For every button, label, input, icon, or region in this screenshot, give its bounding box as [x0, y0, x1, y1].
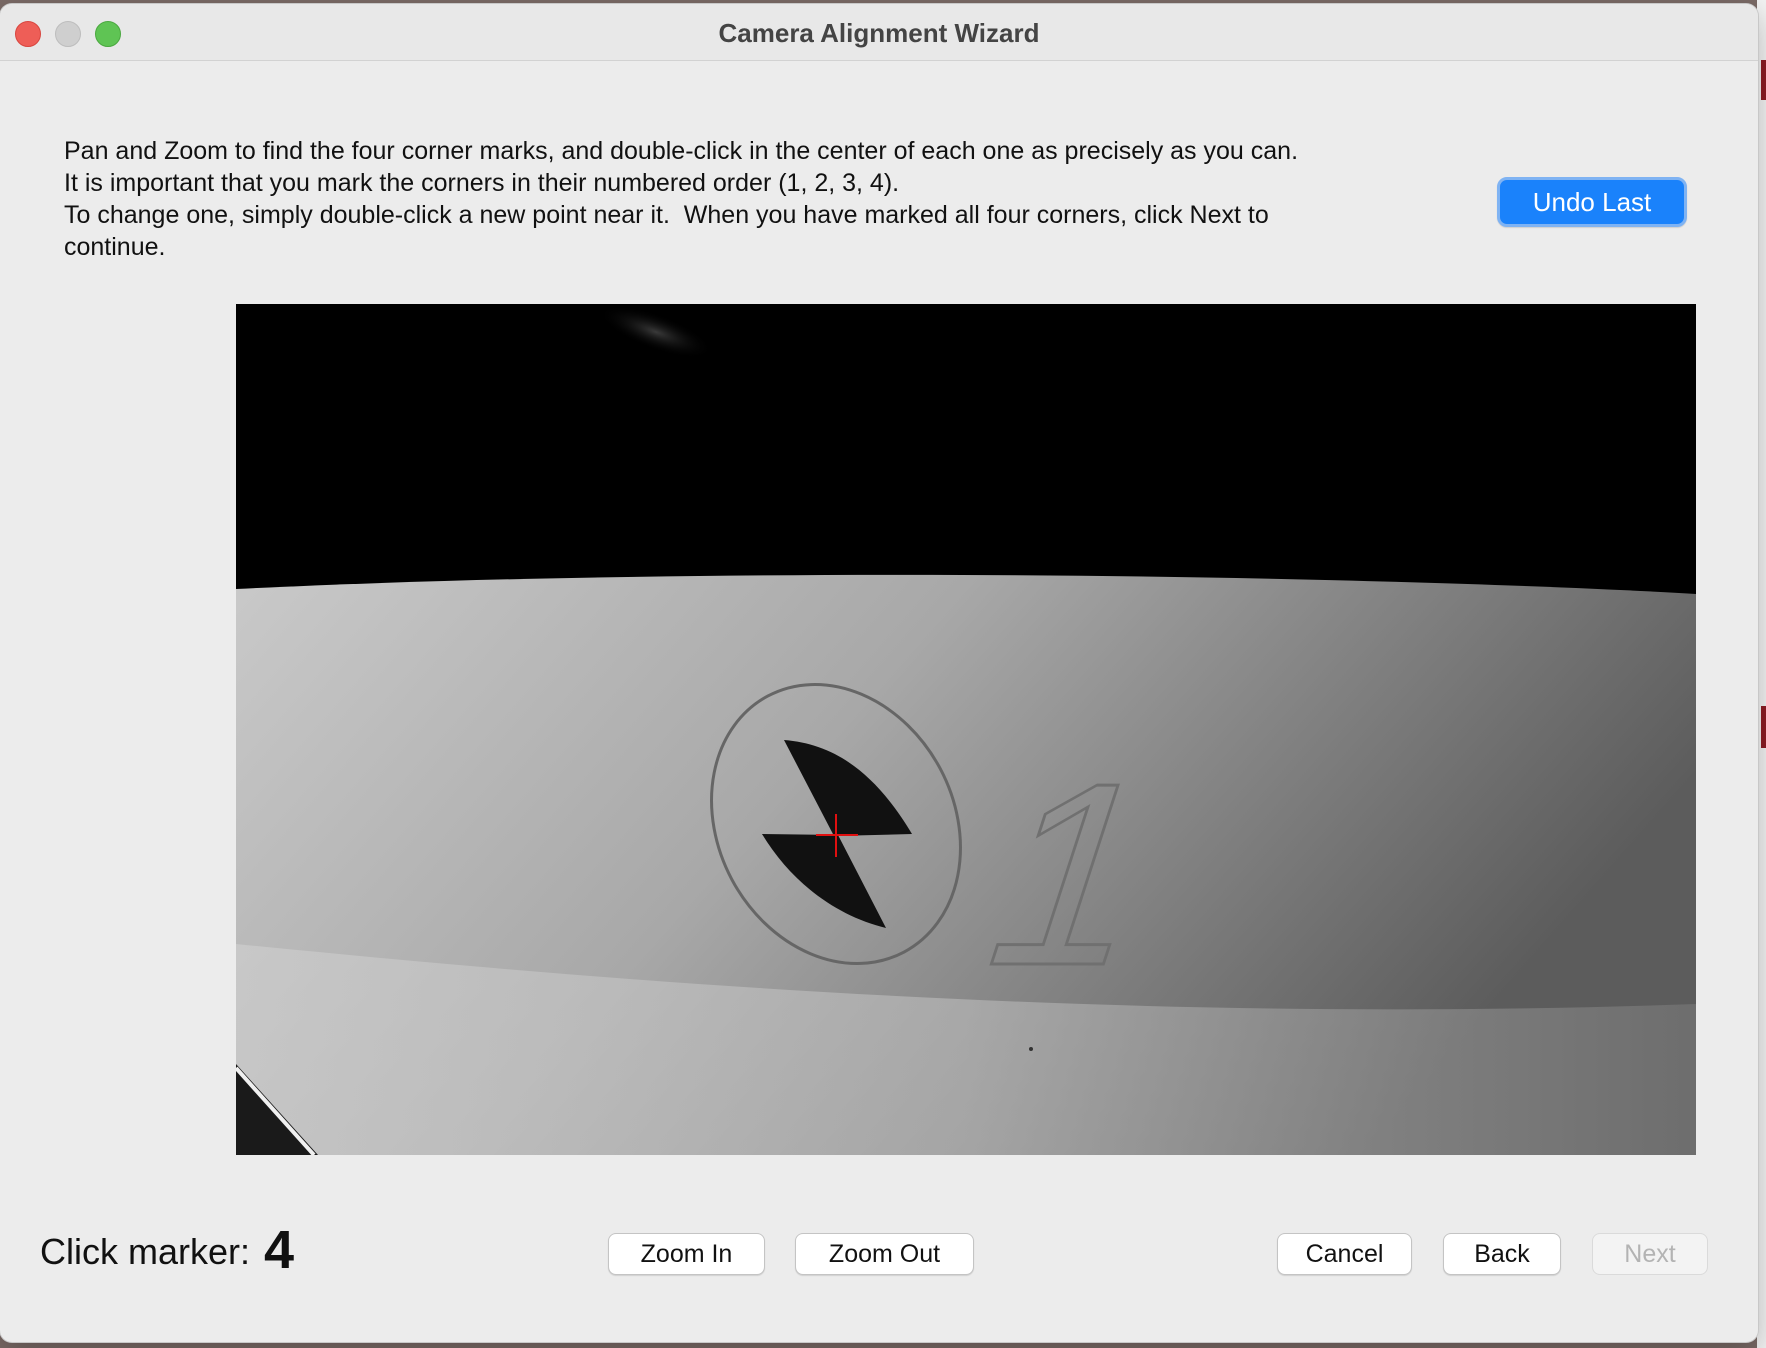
- instruction-line: continue.: [64, 233, 166, 261]
- click-marker-value: 4: [264, 1220, 295, 1280]
- undo-last-button[interactable]: Undo Last: [1497, 177, 1687, 227]
- zoom-in-button[interactable]: Zoom In: [608, 1233, 765, 1275]
- title-bar[interactable]: Camera Alignment Wizard: [0, 4, 1758, 61]
- next-button[interactable]: Next: [1592, 1233, 1708, 1275]
- instruction-line: Pan and Zoom to find the four corner mar…: [64, 137, 1299, 165]
- click-marker-status: Click marker: 4: [40, 1219, 294, 1281]
- instruction-line: It is important that you mark the corner…: [64, 169, 900, 197]
- wizard-window: Camera Alignment Wizard Pan and Zoom to …: [0, 4, 1758, 1342]
- camera-image-viewer[interactable]: 1: [236, 304, 1696, 1155]
- cancel-button[interactable]: Cancel: [1277, 1233, 1412, 1275]
- window-title: Camera Alignment Wizard: [718, 18, 1040, 48]
- desktop-background: [1757, 0, 1766, 1348]
- instruction-line: To change one, simply double-click a new…: [64, 201, 1269, 229]
- zoom-out-button[interactable]: Zoom Out: [795, 1233, 974, 1275]
- click-marker-label: Click marker:: [40, 1231, 251, 1272]
- back-button[interactable]: Back: [1443, 1233, 1561, 1275]
- instructions-text: Pan and Zoom to find the four corner mar…: [64, 135, 1434, 263]
- camera-image[interactable]: 1: [236, 304, 1696, 1155]
- desktop-window-edge: [1761, 706, 1766, 748]
- desktop-window-edge: [1761, 60, 1766, 100]
